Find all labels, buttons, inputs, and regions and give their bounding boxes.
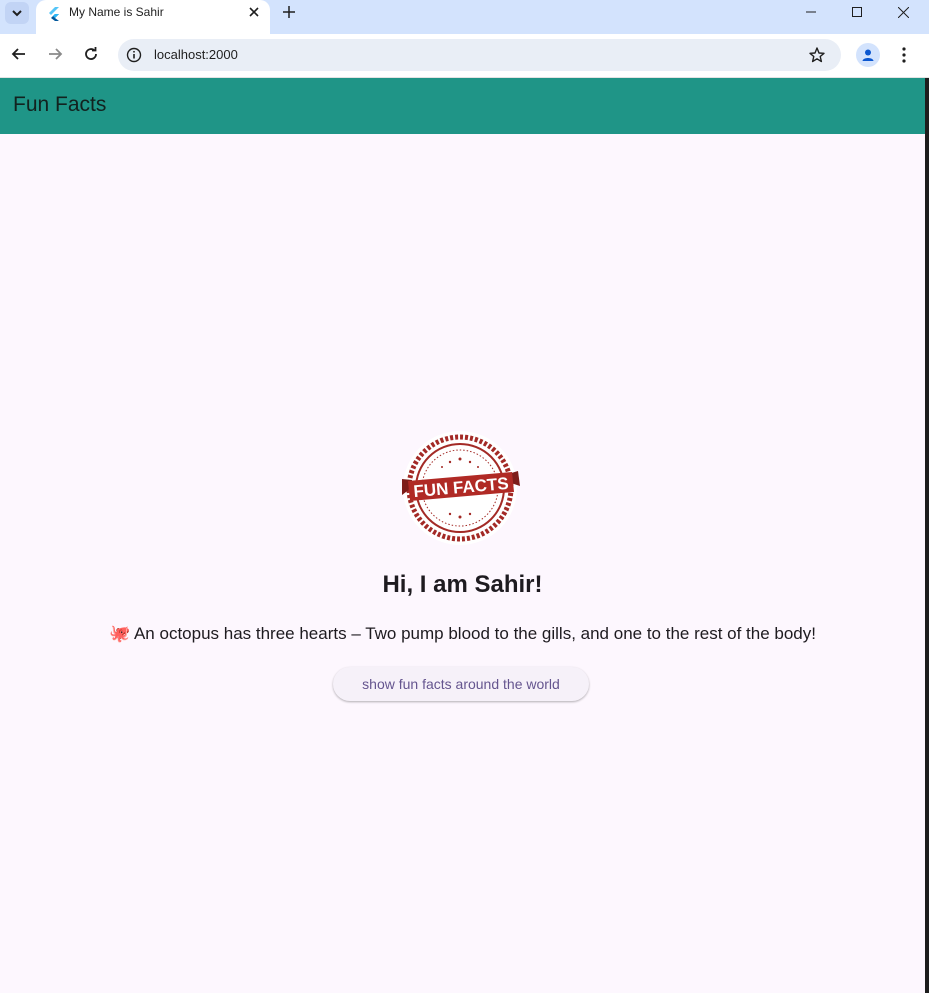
app-title: Fun Facts [13, 93, 107, 116]
app-bar: Fun Facts [0, 78, 925, 134]
fun-fact-text: 🐙 An octopus has three hearts – Two pump… [0, 624, 925, 644]
arrow-left-icon [11, 48, 25, 60]
browser-tab-active[interactable]: My Name is Sahir [36, 0, 270, 34]
fact-sentence: An octopus has three hearts – Two pump b… [133, 624, 816, 643]
plus-icon [283, 6, 295, 18]
window-edge [925, 78, 929, 993]
reload-button[interactable] [79, 42, 103, 66]
profile-button[interactable] [856, 43, 880, 67]
main-content: FUN FACTS Hi, I am Sahir! 🐙 An octopus h… [0, 134, 925, 993]
close-icon [249, 7, 259, 17]
chevron-down-icon [12, 10, 22, 17]
tab-close-button[interactable] [245, 3, 263, 21]
minimize-icon [806, 11, 816, 13]
tab-strip: My Name is Sahir [0, 0, 929, 34]
reload-icon [85, 47, 97, 60]
bookmark-star-icon[interactable] [808, 46, 826, 64]
browser-toolbar: localhost:2000 [0, 34, 929, 78]
octopus-icon: 🐙 [109, 624, 131, 644]
minimize-button[interactable] [788, 0, 834, 24]
tab-search-button[interactable] [5, 2, 29, 24]
window-close-button[interactable] [880, 0, 926, 24]
fun-facts-badge-logo: FUN FACTS [402, 431, 520, 545]
more-vert-icon [902, 47, 906, 63]
site-info-icon[interactable] [126, 47, 142, 63]
close-icon [897, 6, 909, 18]
url-text[interactable]: localhost:2000 [154, 47, 238, 62]
back-button[interactable] [7, 42, 31, 66]
browser-menu-button[interactable] [894, 43, 914, 67]
arrow-right-icon [49, 48, 63, 60]
tab-title: My Name is Sahir [69, 5, 164, 19]
show-fun-facts-button[interactable]: show fun facts around the world [333, 667, 589, 701]
address-bar[interactable]: localhost:2000 [118, 39, 841, 71]
forward-button[interactable] [43, 42, 67, 66]
greeting-heading: Hi, I am Sahir! [382, 571, 543, 598]
person-icon [862, 49, 874, 61]
maximize-icon [852, 7, 862, 17]
new-tab-button[interactable] [279, 2, 299, 22]
flutter-icon [49, 7, 59, 21]
maximize-button[interactable] [834, 0, 880, 24]
